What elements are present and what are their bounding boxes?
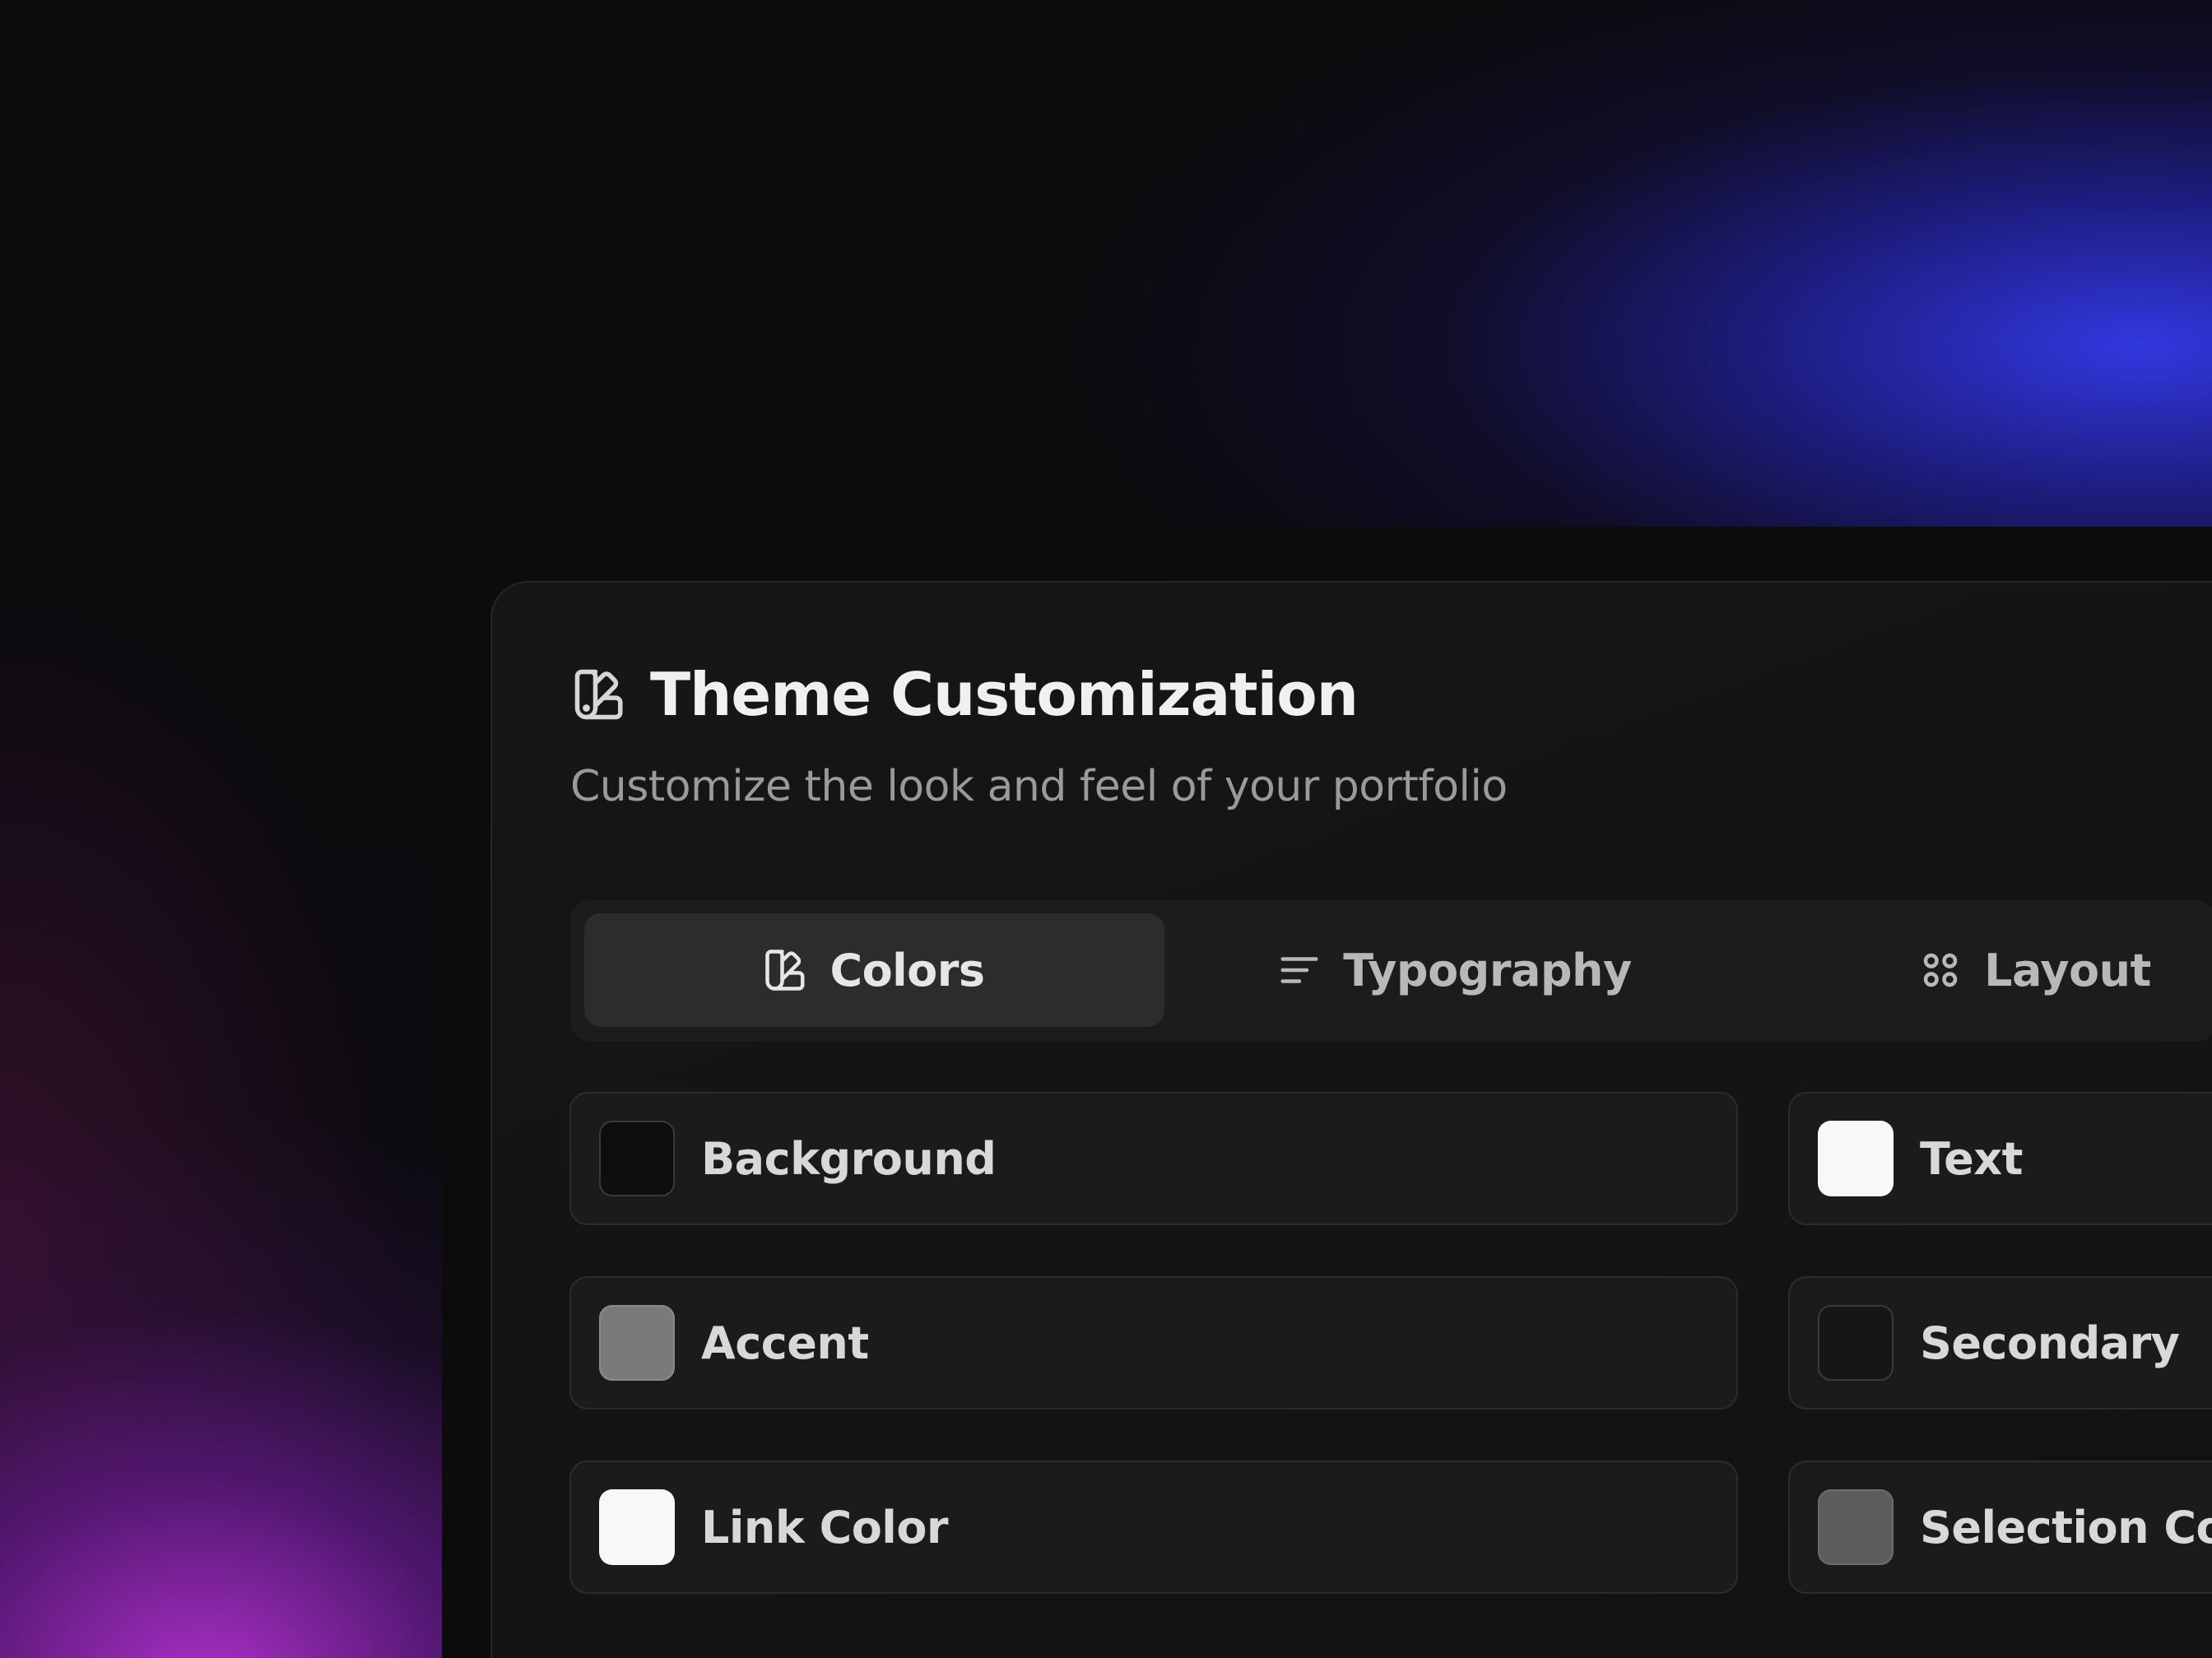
color-label-text: Text [1920, 1132, 2023, 1185]
color-swatch-accent[interactable] [599, 1305, 675, 1381]
tab-bar: Colors Typography Layout [570, 900, 2212, 1042]
tab-typography[interactable]: Typography [1164, 913, 1745, 1027]
color-label-secondary: Secondary [1920, 1317, 2180, 1369]
color-swatch-secondary[interactable] [1818, 1305, 1894, 1381]
color-label-background: Background [701, 1132, 997, 1185]
text-align-icon [1280, 957, 1318, 983]
color-swatch-selection-color[interactable] [1818, 1489, 1894, 1565]
color-option-secondary[interactable]: Secondary [1788, 1276, 2212, 1410]
tab-typography-label: Typography [1343, 944, 1632, 996]
tab-layout-label: Layout [1984, 944, 2151, 996]
page-title: Theme Customization [650, 660, 1359, 729]
tab-layout[interactable]: Layout [1745, 913, 2212, 1027]
color-option-text[interactable]: Text [1788, 1092, 2212, 1225]
color-swatch-background[interactable] [599, 1121, 675, 1196]
color-label-accent: Accent [701, 1317, 869, 1369]
grid-icon [1923, 953, 1958, 987]
tab-colors-label: Colors [830, 944, 985, 996]
page-subtitle: Customize the look and feel of your port… [570, 762, 1508, 811]
color-option-selection-color[interactable]: Selection Colo [1788, 1461, 2212, 1594]
color-option-link-color[interactable]: Link Color [569, 1461, 1738, 1594]
palette-icon [571, 666, 629, 723]
color-option-accent[interactable]: Accent [569, 1276, 1738, 1410]
color-label-selection-color: Selection Colo [1920, 1501, 2212, 1554]
card-header: Theme Customization [571, 660, 1359, 729]
color-option-background[interactable]: Background [569, 1092, 1738, 1225]
color-swatch-text[interactable] [1818, 1121, 1894, 1196]
palette-icon [765, 950, 805, 991]
color-swatch-link-color[interactable] [599, 1489, 675, 1565]
tab-colors[interactable]: Colors [584, 913, 1164, 1027]
color-label-link-color: Link Color [701, 1501, 949, 1554]
